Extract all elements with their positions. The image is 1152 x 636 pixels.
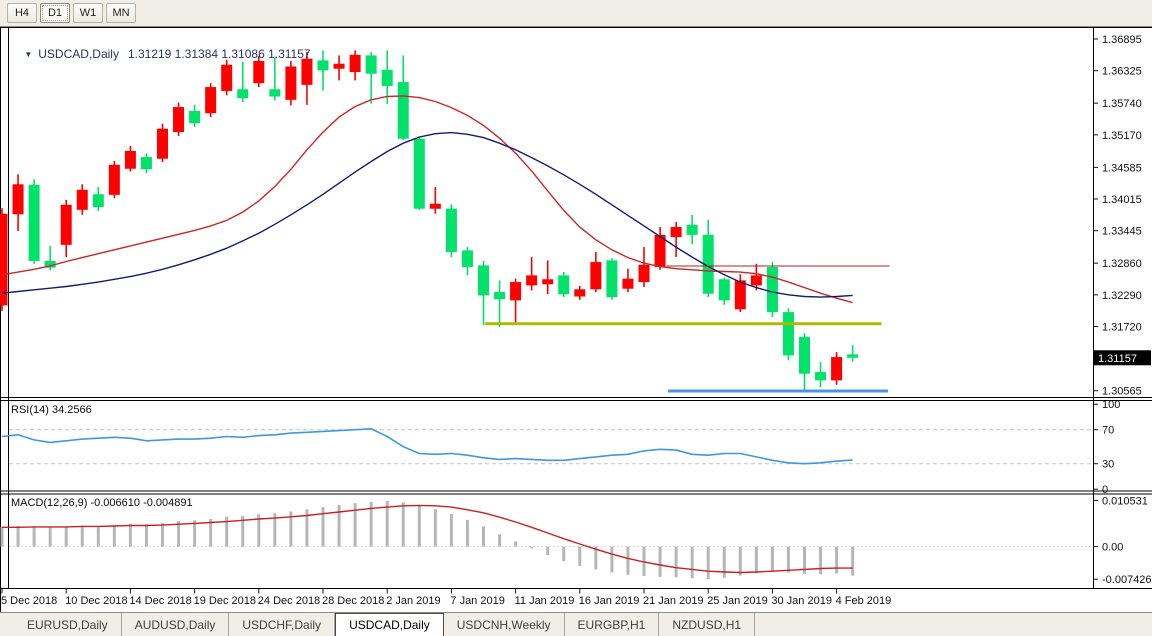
timeframe-toolbar: H4D1W1MN [0, 0, 1152, 27]
price-tick-label: 1.36895 [1102, 34, 1142, 46]
price-tick-label: 1.35170 [1102, 130, 1142, 142]
symbol-tab-usdcad[interactable]: USDCAD,Daily [335, 613, 444, 636]
price-tick-label: 1.32290 [1102, 290, 1142, 302]
date-tick-label: 25 Jan 2019 [707, 595, 768, 607]
timeframe-button-h4[interactable]: H4 [7, 3, 37, 23]
timeframe-button-d1[interactable]: D1 [40, 3, 70, 23]
macd-tick-label: -0.007426 [1102, 574, 1152, 586]
date-tick-label: 10 Dec 2018 [65, 595, 127, 607]
symbol-tab-audusd[interactable]: AUDUSD,Daily [122, 613, 230, 636]
symbol-tab-eurusd[interactable]: EURUSD,Daily [14, 613, 122, 636]
rsi-tick-label: 70 [1102, 425, 1114, 437]
rsi-tick-label: 30 [1102, 459, 1114, 471]
date-tick-label: 24 Dec 2018 [258, 595, 320, 607]
price-tick-label: 1.34015 [1102, 194, 1142, 206]
macd-tick-label: 0.00 [1102, 542, 1123, 554]
date-tick-label: 14 Dec 2018 [129, 595, 191, 607]
rsi-tick-label: 100 [1102, 399, 1120, 411]
timeframe-button-mn[interactable]: MN [106, 3, 136, 23]
date-tick-label: 2 Jan 2019 [386, 595, 440, 607]
symbol-tab-eurgbp[interactable]: EURGBP,H1 [565, 613, 660, 636]
macd-tick-label: 0.010531 [1102, 495, 1148, 507]
price-tick-label: 1.35740 [1102, 98, 1142, 110]
chart-canvas[interactable]: 1.36895 1.36325 1.35740 1.35170 1.34585 1.340… [0, 27, 1152, 612]
date-tick-label: 5 Dec 2018 [1, 595, 57, 607]
price-tick-label: 1.31720 [1102, 322, 1142, 334]
rsi-tick-label: 0 [1102, 484, 1108, 496]
symbol-tab-usdchf[interactable]: USDCHF,Daily [229, 613, 335, 636]
date-tick-label: 28 Dec 2018 [322, 595, 384, 607]
symbol-tab-usdcnh[interactable]: USDCNH,Weekly [444, 613, 565, 636]
price-tick-label: 1.33445 [1102, 226, 1142, 238]
date-tick-label: 30 Jan 2019 [771, 595, 832, 607]
date-tick-label: 19 Dec 2018 [194, 595, 256, 607]
symbol-tab-bar: EURUSD,DailyAUDUSD,DailyUSDCHF,DailyUSDC… [0, 612, 1152, 636]
date-tick-label: 21 Jan 2019 [643, 595, 704, 607]
chart-window: 1.36895 1.36325 1.35740 1.35170 1.34585 1.340… [0, 27, 1152, 612]
price-tick-label: 1.36325 [1102, 66, 1142, 78]
date-tick-label: 16 Jan 2019 [579, 595, 640, 607]
date-tick-label: 11 Jan 2019 [515, 595, 575, 607]
timeframe-button-w1[interactable]: W1 [73, 3, 103, 23]
symbol-tab-nzdusd[interactable]: NZDUSD,H1 [659, 613, 755, 636]
date-tick-label: 7 Jan 2019 [450, 595, 504, 607]
price-tick-label: 1.30565 [1102, 386, 1142, 398]
current-price-label: 1.31157 [1098, 353, 1137, 365]
price-tick-label: 1.34585 [1102, 162, 1142, 174]
price-tick-label: 1.32860 [1102, 258, 1142, 270]
date-tick-label: 4 Feb 2019 [836, 595, 892, 607]
